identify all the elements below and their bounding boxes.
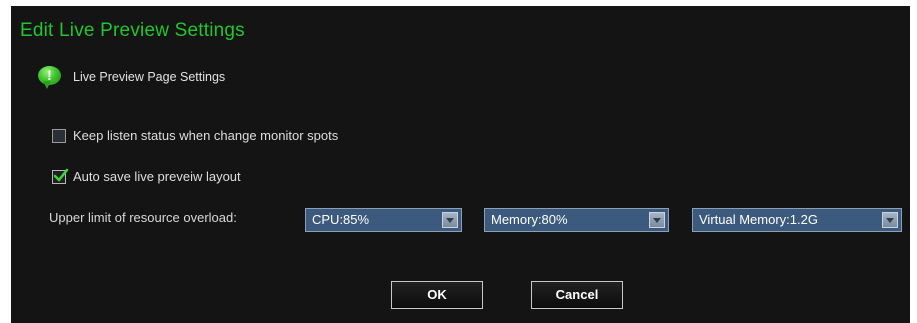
keep-listen-option[interactable]: Keep listen status when change monitor s…	[52, 128, 338, 143]
info-bubble-icon: !	[38, 66, 62, 89]
auto-save-option[interactable]: Auto save live preveiw layout	[52, 168, 241, 184]
dialog-title: Edit Live Preview Settings	[20, 20, 245, 41]
virtual-memory-select-value: Virtual Memory:1.2G	[699, 212, 818, 227]
section-header: ! Live Preview Page Settings	[38, 63, 225, 91]
edit-live-preview-dialog: Edit Live Preview Settings ! Live Previe…	[11, 6, 910, 323]
memory-select-value: Memory:80%	[491, 212, 568, 227]
keep-listen-label: Keep listen status when change monitor s…	[73, 128, 339, 143]
resource-limit-label: Upper limit of resource overload:	[49, 210, 237, 225]
memory-select[interactable]: Memory:80%	[484, 208, 669, 232]
chevron-down-icon[interactable]	[882, 212, 898, 228]
chevron-down-icon[interactable]	[649, 212, 665, 228]
section-label: Live Preview Page Settings	[73, 70, 226, 84]
keep-listen-checkbox[interactable]	[52, 128, 66, 143]
auto-save-label: Auto save live preveiw layout	[73, 169, 241, 184]
check-mark-icon	[53, 168, 69, 181]
chevron-down-icon[interactable]	[442, 212, 458, 228]
auto-save-checkbox[interactable]	[52, 168, 69, 184]
cancel-button[interactable]: Cancel	[531, 281, 623, 309]
ok-button[interactable]: OK	[391, 281, 483, 309]
virtual-memory-select[interactable]: Virtual Memory:1.2G	[692, 208, 902, 232]
cpu-select[interactable]: CPU:85%	[305, 208, 462, 232]
cpu-select-value: CPU:85%	[312, 212, 370, 227]
